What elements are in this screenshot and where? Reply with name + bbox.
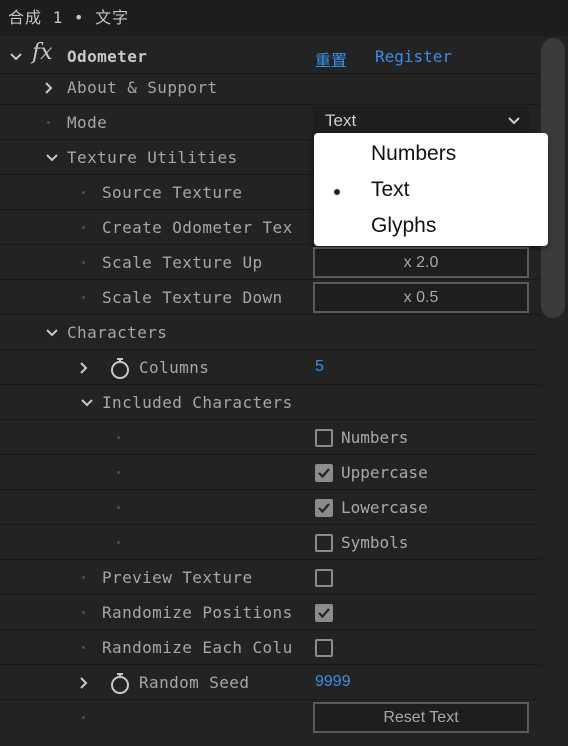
characters-row[interactable]: Characters <box>0 316 540 350</box>
uppercase-checkbox[interactable] <box>315 464 333 482</box>
selected-bullet-icon <box>334 189 340 195</box>
scale-up-button[interactable]: x 2.0 <box>313 247 529 278</box>
scale-down-row: Scale Texture Down x 0.5 <box>0 281 540 315</box>
uppercase-row: Uppercase <box>0 456 540 490</box>
chevron-down-icon[interactable] <box>79 395 95 411</box>
columns-row: Columns 5 <box>0 351 540 385</box>
source-texture-label: Source Texture <box>102 183 243 202</box>
randomize-positions-checkbox[interactable] <box>315 604 333 622</box>
stopwatch-icon[interactable] <box>108 671 132 695</box>
preview-texture-checkbox[interactable] <box>315 569 333 587</box>
preview-texture-row: Preview Texture <box>0 561 540 595</box>
scale-down-button[interactable]: x 0.5 <box>313 282 529 313</box>
lowercase-row: Lowercase <box>0 491 540 525</box>
random-seed-label: Random Seed <box>139 673 250 692</box>
bullet-dot <box>82 646 85 649</box>
chevron-down-icon[interactable] <box>44 325 60 341</box>
effect-header[interactable]: fx Odometer 重置 Register <box>0 40 540 74</box>
mode-select[interactable]: Text <box>313 106 529 136</box>
checkmark-icon <box>318 608 330 619</box>
dropdown-option-glyphs[interactable]: Glyphs <box>371 214 436 238</box>
lowercase-checkbox-label: Lowercase <box>341 498 428 517</box>
symbols-checkbox[interactable] <box>315 534 333 552</box>
dropdown-option-text[interactable]: Text <box>371 178 410 202</box>
included-characters-label: Included Characters <box>102 393 293 412</box>
scale-up-row: Scale Texture Up x 2.0 <box>0 246 540 280</box>
bullet-dot <box>117 506 120 509</box>
uppercase-checkbox-label: Uppercase <box>341 463 428 482</box>
characters-label: Characters <box>67 323 168 342</box>
bullet-dot <box>82 716 85 719</box>
mode-select-value: Text <box>325 111 357 130</box>
scale-up-label: Scale Texture Up <box>102 253 263 272</box>
chevron-down-icon[interactable] <box>8 49 24 65</box>
checkmark-icon <box>318 503 330 514</box>
reset-link[interactable]: 重置 <box>315 47 347 71</box>
randomize-each-checkbox[interactable] <box>315 639 333 657</box>
lowercase-checkbox[interactable] <box>315 499 333 517</box>
about-support-row[interactable]: About & Support <box>0 71 540 105</box>
chevron-down-icon <box>508 117 520 125</box>
stopwatch-icon[interactable] <box>108 356 132 380</box>
preview-texture-label: Preview Texture <box>102 568 253 587</box>
bullet-dot <box>82 261 85 264</box>
numbers-checkbox[interactable] <box>315 429 333 447</box>
panel-title: 合成 1 • 文字 <box>0 0 568 36</box>
register-link[interactable]: Register <box>375 47 452 66</box>
numbers-checkbox-label: Numbers <box>341 428 409 447</box>
create-odometer-label: Create Odometer Tex <box>102 218 293 237</box>
included-characters-row[interactable]: Included Characters <box>0 386 540 420</box>
effect-name: Odometer <box>67 47 148 66</box>
bullet-dot <box>117 471 120 474</box>
checkmark-icon <box>318 468 330 479</box>
texture-utilities-label: Texture Utilities <box>67 148 238 167</box>
bullet-dot <box>117 541 120 544</box>
symbols-row: Symbols <box>0 526 540 560</box>
randomize-positions-label: Randomize Positions <box>102 603 293 622</box>
bullet-dot <box>82 611 85 614</box>
chevron-down-icon[interactable] <box>44 150 60 166</box>
bullet-dot <box>82 296 85 299</box>
randomize-each-label: Randomize Each Colu <box>102 638 293 657</box>
mode-dropdown-menu: Numbers Text Glyphs <box>314 133 548 246</box>
columns-label: Columns <box>139 358 210 377</box>
mode-label: Mode <box>67 113 108 132</box>
bullet-dot <box>47 121 50 124</box>
bullet-dot <box>82 576 85 579</box>
scale-down-label: Scale Texture Down <box>102 288 283 307</box>
random-seed-row: Random Seed 9999 <box>0 666 540 700</box>
bullet-dot <box>82 191 85 194</box>
random-seed-value[interactable]: 9999 <box>315 673 351 691</box>
randomize-positions-row: Randomize Positions <box>0 596 540 630</box>
bullet-dot <box>82 226 85 229</box>
chevron-right-icon[interactable] <box>76 675 92 691</box>
chevron-right-icon[interactable] <box>41 80 57 96</box>
columns-value[interactable]: 5 <box>315 358 324 376</box>
chevron-right-icon[interactable] <box>76 360 92 376</box>
reset-text-button[interactable]: Reset Text <box>313 702 529 733</box>
reset-text-row: Reset Text <box>0 701 540 735</box>
symbols-checkbox-label: Symbols <box>341 533 409 552</box>
dropdown-option-numbers[interactable]: Numbers <box>371 142 456 166</box>
numbers-row: Numbers <box>0 421 540 455</box>
fx-icon: fx <box>32 40 53 65</box>
randomize-each-row: Randomize Each Colu <box>0 631 540 665</box>
bullet-dot <box>117 436 120 439</box>
about-support-label: About & Support <box>67 78 218 97</box>
